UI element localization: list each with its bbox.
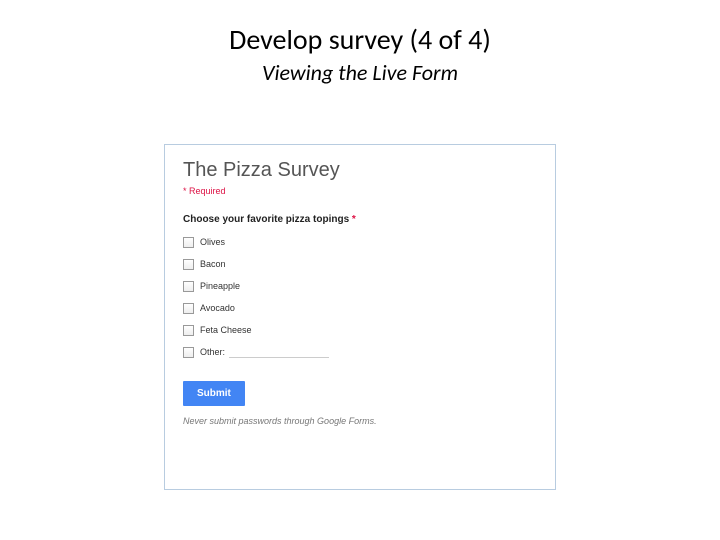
question-text: Choose your favorite pizza topings [183,214,352,225]
checkbox-icon[interactable] [183,237,194,248]
option-row[interactable]: Avocado [183,301,537,315]
submit-button[interactable]: Submit [183,381,245,406]
option-row[interactable]: Feta Cheese [183,323,537,337]
option-row[interactable]: Olives [183,235,537,249]
option-label: Pineapple [200,281,240,291]
required-note: * Required [183,186,537,196]
option-label: Avocado [200,303,235,313]
option-row-other[interactable]: Other: [183,345,537,359]
option-label: Feta Cheese [200,325,252,335]
slide-subtitle: Viewing the Live Form [0,59,720,86]
other-input[interactable] [229,346,329,358]
checkbox-icon[interactable] [183,281,194,292]
question-label: Choose your favorite pizza topings * [183,214,537,225]
required-asterisk: * [352,214,356,225]
checkbox-icon[interactable] [183,259,194,270]
form-preview: The Pizza Survey * Required Choose your … [164,144,556,490]
checkbox-icon[interactable] [183,325,194,336]
option-row[interactable]: Pineapple [183,279,537,293]
checkbox-icon[interactable] [183,303,194,314]
option-label: Bacon [200,259,226,269]
option-label: Olives [200,237,225,247]
checkbox-icon[interactable] [183,347,194,358]
slide-title: Develop survey (4 of 4) [0,0,720,57]
option-row[interactable]: Bacon [183,257,537,271]
footer-note: Never submit passwords through Google Fo… [183,416,537,426]
form-title: The Pizza Survey [183,159,537,182]
option-other-label: Other: [200,347,225,357]
